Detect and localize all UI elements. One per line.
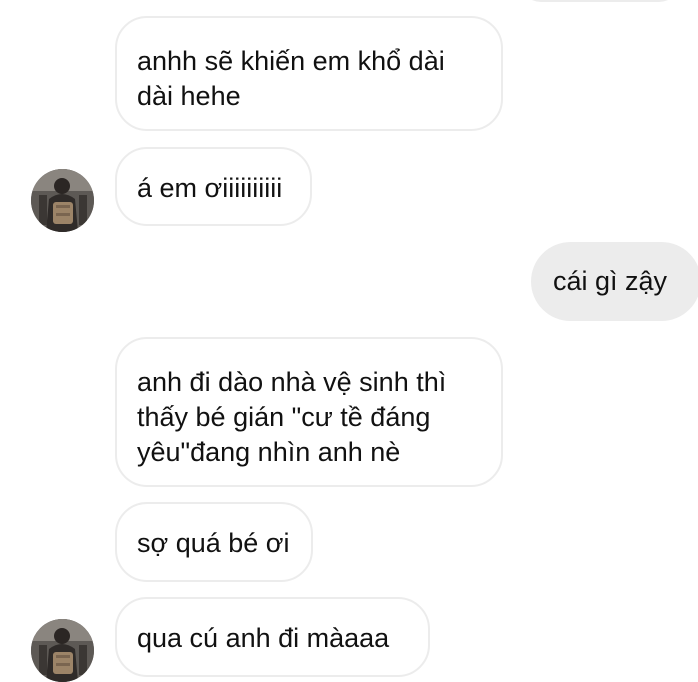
message-bubble-outgoing[interactable]: cái gì zậy	[531, 242, 698, 321]
message-text: anh đi dào nhà vệ sinh thì thấy bé gián …	[137, 367, 447, 467]
message-text: qua cú anh đi màaaa	[137, 623, 390, 653]
message-bubble-incoming[interactable]: sợ quá bé ơi	[115, 502, 313, 582]
message-text: sợ quá bé ơi	[137, 528, 290, 558]
message-bubble-incoming[interactable]: anhh sẽ khiến em khổ dài dài hehe	[115, 16, 503, 131]
contact-avatar[interactable]	[31, 169, 94, 232]
message-text: cái gì zậy	[553, 266, 668, 296]
chat-thread: anhh sẽ khiến em khổ dài dài hehe á em ơ…	[0, 0, 698, 682]
message-bubble-outgoing-partial[interactable]	[520, 0, 680, 2]
message-text: á em ơiiiiiiiiii	[137, 173, 283, 203]
avatar-photo-icon	[31, 169, 94, 232]
message-bubble-incoming[interactable]: á em ơiiiiiiiiii	[115, 147, 312, 226]
message-bubble-incoming[interactable]: qua cú anh đi màaaa	[115, 597, 430, 677]
message-bubble-incoming[interactable]: anh đi dào nhà vệ sinh thì thấy bé gián …	[115, 337, 503, 487]
message-text: anhh sẽ khiến em khổ dài dài hehe	[137, 46, 445, 111]
